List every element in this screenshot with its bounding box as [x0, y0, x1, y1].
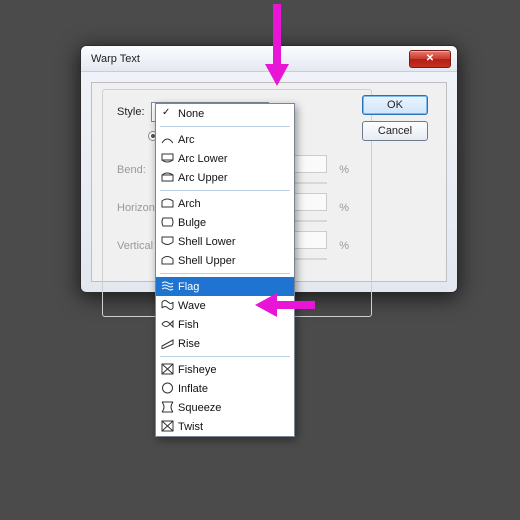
dropdown-item-rise[interactable]: Rise	[156, 334, 294, 353]
dropdown-separator	[160, 356, 290, 357]
annotation-arrow-left	[255, 293, 315, 317]
annotation-arrow-down	[265, 4, 289, 88]
dropdown-item-bulge[interactable]: Bulge	[156, 213, 294, 232]
dropdown-item-shellupper[interactable]: Shell Upper	[156, 251, 294, 270]
shellupper-icon	[161, 254, 174, 266]
dropdown-item-squeeze[interactable]: Squeeze	[156, 398, 294, 417]
dropdown-item-arch[interactable]: Arch	[156, 194, 294, 213]
dropdown-item-label: Arc	[178, 134, 195, 146]
fish-icon	[161, 318, 174, 330]
dropdown-item-label: Shell Lower	[178, 236, 235, 248]
dropdown-item-twist[interactable]: Twist	[156, 417, 294, 436]
dropdown-item-arclower[interactable]: Arc Lower	[156, 149, 294, 168]
bulge-icon	[161, 216, 174, 228]
dropdown-item-label: Arc Lower	[178, 153, 228, 165]
button-column: OK Cancel	[362, 95, 428, 141]
dialog-title: Warp Text	[91, 53, 409, 65]
dropdown-separator	[160, 273, 290, 274]
arclower-icon	[161, 152, 174, 164]
dropdown-item-label: None	[178, 108, 204, 120]
shelllower-icon	[161, 235, 174, 247]
dropdown-item-label: Squeeze	[178, 402, 221, 414]
dropdown-item-label: Fish	[178, 319, 199, 331]
cancel-button[interactable]: Cancel	[362, 121, 428, 141]
squeeze-icon	[161, 401, 174, 413]
dropdown-item-shelllower[interactable]: Shell Lower	[156, 232, 294, 251]
dropdown-item-label: Twist	[178, 421, 203, 433]
wave-icon	[161, 299, 174, 311]
dropdown-item-arcupper[interactable]: Arc Upper	[156, 168, 294, 187]
fisheye-icon	[161, 363, 174, 375]
flag-icon	[161, 280, 174, 292]
dropdown-item-fish[interactable]: Fish	[156, 315, 294, 334]
dropdown-item-label: Rise	[178, 338, 200, 350]
twist-icon	[161, 420, 174, 432]
inflate-icon	[161, 382, 174, 394]
dropdown-separator	[160, 190, 290, 191]
dropdown-item-inflate[interactable]: Inflate	[156, 379, 294, 398]
dropdown-item-label: Fisheye	[178, 364, 217, 376]
close-icon: ✕	[426, 53, 434, 64]
arch-icon	[161, 197, 174, 209]
dropdown-item-label: Flag	[178, 281, 199, 293]
close-button[interactable]: ✕	[409, 50, 451, 68]
dropdown-item-arc[interactable]: Arc	[156, 130, 294, 149]
dropdown-item-label: Wave	[178, 300, 206, 312]
style-dropdown-list[interactable]: ✓ None Arc Arc Lower Arc Upper Arch Bulge Shell…	[155, 103, 295, 437]
arc-icon	[161, 133, 174, 145]
dropdown-item-label: Bulge	[178, 217, 206, 229]
rise-icon	[161, 337, 174, 349]
ok-button[interactable]: OK	[362, 95, 428, 115]
dropdown-item-label: Arch	[178, 198, 201, 210]
dropdown-item-none[interactable]: ✓ None	[156, 104, 294, 123]
pct-label-3: %	[339, 240, 349, 252]
dropdown-item-label: Inflate	[178, 383, 208, 395]
dropdown-separator	[160, 126, 290, 127]
pct-label: %	[339, 164, 349, 176]
bend-label: Bend:	[117, 164, 146, 176]
style-label: Style:	[117, 106, 145, 118]
check-icon: ✓	[162, 107, 170, 118]
pct-label-2: %	[339, 202, 349, 214]
arcupper-icon	[161, 171, 174, 183]
dropdown-item-label: Shell Upper	[178, 255, 235, 267]
dropdown-item-fisheye[interactable]: Fisheye	[156, 360, 294, 379]
dropdown-item-label: Arc Upper	[178, 172, 228, 184]
